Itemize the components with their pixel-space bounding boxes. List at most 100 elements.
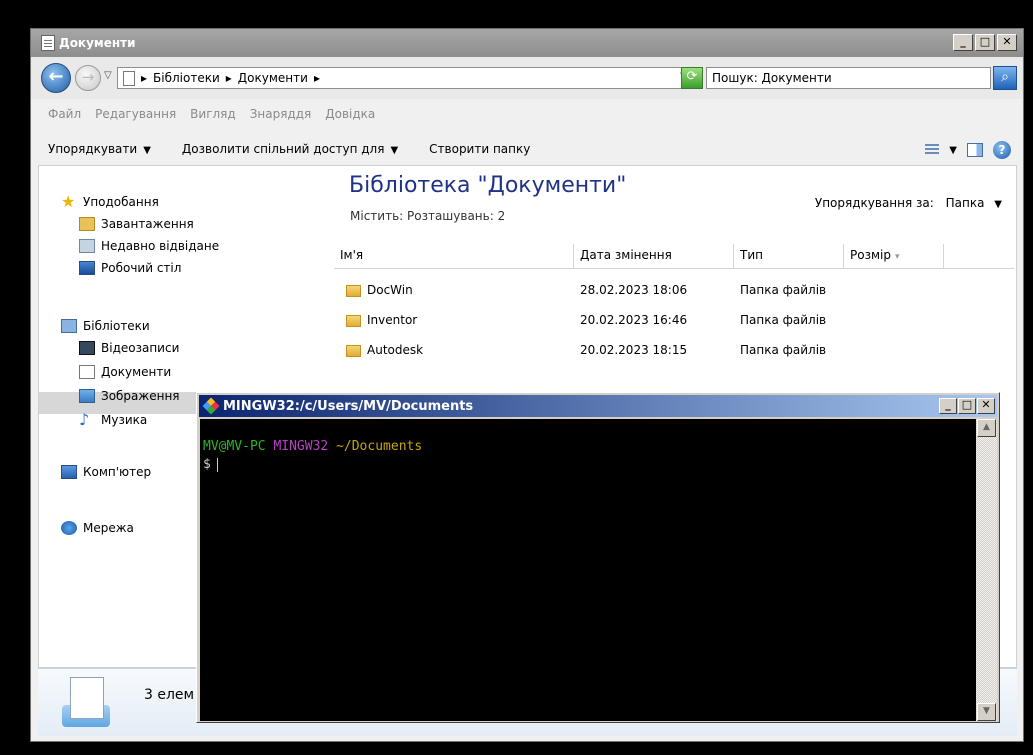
table-row[interactable]: DocWin 28.02.2023 18:06 Папка файлів	[334, 278, 844, 302]
nav-favorites[interactable]: ★ Уподобання	[61, 192, 159, 212]
nav-label: Музика	[101, 413, 148, 427]
chevron-down-icon: ▼	[390, 145, 399, 156]
terminal-scrollbar[interactable]: ▲ ▼	[976, 419, 997, 721]
row-name: DocWin	[367, 283, 413, 297]
music-icon: ♪	[79, 410, 90, 429]
column-date[interactable]: Дата змінення	[574, 244, 734, 268]
scroll-up-icon[interactable]: ▲	[977, 419, 996, 437]
breadcrumb-sep-icon[interactable]: ▸	[141, 71, 147, 85]
close-button[interactable]: ✕	[977, 398, 995, 414]
row-type: Папка файлів	[740, 343, 827, 357]
table-row[interactable]: Autodesk 20.02.2023 18:15 Папка файлів	[334, 338, 844, 362]
menu-tools[interactable]: Знаряддя	[250, 107, 312, 129]
nav-videos[interactable]: Відеозаписи	[79, 338, 179, 358]
column-headers: Ім'я Дата змінення Тип Розмір ▾	[334, 244, 1014, 269]
nav-recent[interactable]: Недавно відвідане	[79, 236, 219, 256]
column-name[interactable]: Ім'я	[334, 244, 574, 268]
nav-label: Уподобання	[83, 195, 159, 209]
address-bar[interactable]: ▸ Бібліотеки ▸ Документи ▸ ▼	[117, 67, 697, 89]
prompt-line: MV@MV-PC MINGW32 ~/Documents	[203, 439, 976, 457]
prompt-symbol: $	[203, 457, 211, 472]
computer-icon	[61, 465, 77, 479]
table-row[interactable]: Inventor 20.02.2023 16:46 Папка файлів	[334, 308, 844, 332]
network-icon	[61, 521, 77, 535]
organize-button[interactable]: Упорядкувати ▼	[48, 142, 151, 156]
terminal-title: MINGW32:/c/Users/MV/Documents	[223, 398, 474, 414]
column-type[interactable]: Тип	[734, 244, 844, 268]
folder-icon	[346, 284, 361, 297]
folder-icon	[346, 314, 361, 327]
nav-label: Недавно відвідане	[101, 239, 220, 253]
breadcrumb-libraries[interactable]: Бібліотеки	[153, 71, 220, 85]
minimize-button[interactable]: _	[939, 398, 957, 414]
forward-button[interactable]: →	[75, 65, 101, 91]
column-size[interactable]: Розмір ▾	[844, 244, 944, 268]
nav-label: Робочий стіл	[101, 261, 182, 275]
terminal-window: MINGW32:/c/Users/MV/Documents _ □ ✕ MV@M…	[196, 392, 1000, 723]
new-folder-button[interactable]: Створити папку	[429, 142, 530, 156]
nav-pictures[interactable]: Зображення	[79, 386, 180, 406]
breadcrumb-sep-icon[interactable]: ▸	[314, 71, 320, 85]
documents-icon	[41, 35, 55, 51]
chevron-down-icon[interactable]: ▼	[994, 199, 1002, 210]
documents-icon	[79, 365, 95, 379]
git-icon	[202, 397, 220, 415]
arrange-by[interactable]: Упорядкування за: Папка ▼	[815, 196, 1002, 210]
breadcrumb-documents[interactable]: Документи	[238, 71, 308, 85]
nav-label: Бібліотеки	[83, 319, 150, 333]
nav-documents[interactable]: Документи	[79, 362, 171, 382]
address-row: ← → ▽ ▸ Бібліотеки ▸ Документи ▸ ▼ ⟳ Пош…	[31, 57, 1023, 99]
terminal-screen[interactable]: MV@MV-PC MINGW32 ~/Documents $	[200, 419, 976, 721]
menu-view[interactable]: Вигляд	[190, 107, 236, 129]
terminal-titlebar[interactable]: MINGW32:/c/Users/MV/Documents _ □ ✕	[199, 395, 997, 417]
preview-pane-icon[interactable]	[967, 143, 983, 157]
back-button[interactable]: ←	[41, 63, 71, 93]
menu-help[interactable]: Довідка	[325, 107, 375, 129]
terminal-window-controls: _ □ ✕	[939, 398, 995, 414]
libraries-icon	[61, 319, 77, 333]
menu-edit[interactable]: Редагування	[95, 107, 176, 129]
minimize-button[interactable]: _	[953, 34, 973, 51]
chevron-down-icon[interactable]: ▼	[949, 145, 957, 156]
scroll-down-icon[interactable]: ▼	[977, 703, 996, 721]
nav-label: Завантаження	[101, 217, 194, 231]
row-date: 20.02.2023 16:46	[580, 313, 688, 327]
nav-libraries[interactable]: Бібліотеки	[61, 316, 150, 336]
row-name: Autodesk	[367, 343, 424, 357]
nav-music[interactable]: ♪ Музика	[79, 410, 147, 430]
library-locations[interactable]: Містить: Розташувань: 2	[350, 209, 505, 223]
nav-computer[interactable]: Комп'ютер	[61, 462, 151, 482]
search-icon[interactable]: ⌕	[993, 66, 1017, 90]
menu-file[interactable]: Файл	[48, 107, 81, 129]
star-icon: ★	[61, 192, 76, 211]
refresh-icon[interactable]: ⟳	[681, 67, 703, 89]
explorer-titlebar[interactable]: Документи _ □ ✕	[31, 29, 1023, 57]
window-controls: _ □ ✕	[953, 34, 1017, 51]
nav-network[interactable]: Мережа	[61, 518, 134, 538]
nav-downloads[interactable]: Завантаження	[79, 214, 194, 234]
chevron-down-icon: ▼	[143, 145, 151, 156]
history-dropdown-icon[interactable]: ▽	[104, 70, 112, 81]
help-icon[interactable]: ?	[993, 141, 1011, 159]
prompt-system: MINGW32	[273, 439, 329, 454]
arrange-by-value[interactable]: Папка	[946, 196, 985, 210]
nav-desktop[interactable]: Робочий стіл	[79, 258, 181, 278]
breadcrumb-sep-icon[interactable]: ▸	[226, 71, 232, 85]
share-with-button[interactable]: Дозволити спільний доступ для ▼	[182, 142, 398, 156]
share-label: Дозволити спільний доступ для	[181, 142, 385, 156]
search-input[interactable]: Пошук: Документи	[706, 67, 991, 89]
nav-label: Комп'ютер	[83, 465, 152, 479]
organize-label: Упорядкувати	[48, 142, 138, 156]
prompt-user: MV@MV-PC	[203, 439, 266, 454]
column-filler	[944, 244, 1014, 268]
input-line[interactable]: $	[203, 457, 976, 475]
column-size-label: Розмір	[850, 248, 891, 262]
close-button[interactable]: ✕	[997, 34, 1017, 51]
video-icon	[79, 341, 95, 355]
prompt-directory: ~/Documents	[336, 439, 423, 454]
view-mode-icon[interactable]	[925, 144, 940, 156]
window-title: Документи	[59, 36, 136, 50]
maximize-button[interactable]: □	[975, 34, 995, 51]
row-date: 20.02.2023 18:15	[580, 343, 688, 357]
maximize-button[interactable]: □	[958, 398, 976, 414]
